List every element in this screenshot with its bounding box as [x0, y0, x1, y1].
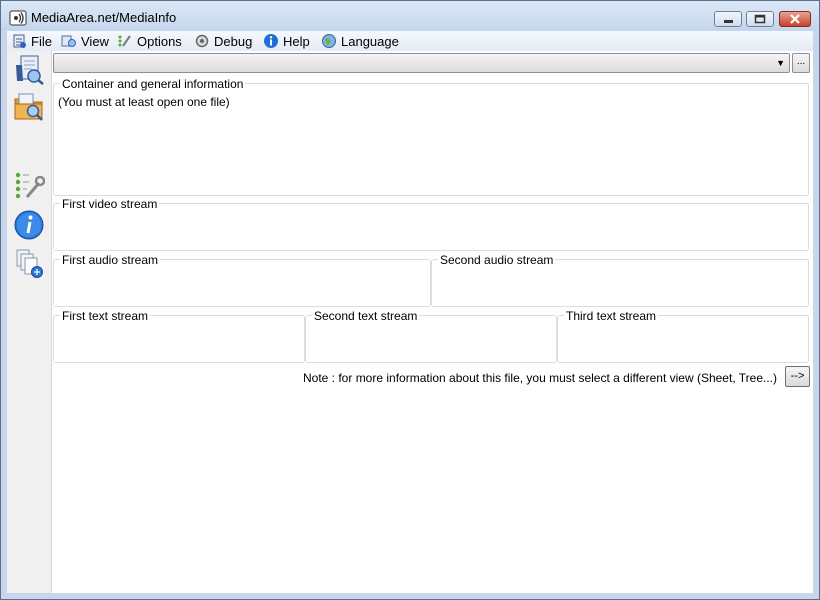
open-folder-icon[interactable]	[13, 91, 45, 123]
change-view-button[interactable]: -->	[785, 366, 810, 387]
browse-button[interactable]: ...	[792, 53, 810, 73]
video-stream-1-group: First video stream	[53, 197, 809, 251]
language-globe-icon	[322, 34, 336, 48]
minimize-button[interactable]	[714, 11, 742, 27]
audio-stream-1-group: First audio stream	[53, 253, 431, 307]
maximize-button[interactable]	[746, 11, 774, 27]
about-info-icon[interactable]	[13, 209, 45, 241]
file-select-combobox[interactable]: ▼	[53, 53, 790, 73]
options-icon	[118, 35, 131, 47]
menu-view-label: View	[81, 33, 109, 49]
menu-options[interactable]: Options	[117, 33, 182, 49]
close-icon	[790, 14, 800, 24]
general-info-group: Container and general information (You m…	[53, 77, 809, 196]
maximize-icon	[754, 14, 766, 24]
general-info-text: (You must at least open one file)	[58, 95, 230, 109]
view-icon	[61, 35, 76, 47]
menu-file-label: File	[31, 33, 52, 49]
general-info-label: Container and general information	[60, 77, 246, 91]
text-stream-1-group: First text stream	[53, 309, 305, 363]
close-button[interactable]	[779, 11, 811, 27]
video-stream-1-label: First video stream	[60, 197, 160, 211]
menu-language[interactable]: Language	[321, 33, 399, 49]
text-stream-2-group: Second text stream	[305, 309, 557, 363]
help-icon	[264, 34, 278, 48]
view-note-text: Note : for more information about this f…	[303, 371, 777, 385]
menu-bar: File View Options Debug Help Language	[7, 31, 813, 51]
audio-stream-2-group: Second audio stream	[431, 253, 809, 307]
file-open-icon	[13, 34, 26, 48]
menu-debug-label: Debug	[214, 33, 253, 49]
title-bar[interactable]: MediaArea.net/MediaInfo	[1, 1, 819, 31]
export-icon[interactable]	[13, 247, 45, 279]
audio-stream-1-label: First audio stream	[60, 253, 161, 267]
minimize-icon	[724, 20, 733, 23]
text-stream-3-label: Third text stream	[564, 309, 659, 323]
menu-file[interactable]: File	[11, 33, 52, 49]
main-window: MediaArea.net/MediaInfo File View Option…	[0, 0, 820, 600]
text-stream-3-group: Third text stream	[557, 309, 809, 363]
debug-icon	[195, 34, 209, 48]
window-title: MediaArea.net/MediaInfo	[31, 10, 177, 25]
left-toolbar	[7, 51, 52, 593]
menu-help-label: Help	[283, 33, 310, 49]
menu-language-label: Language	[341, 33, 399, 49]
text-stream-2-label: Second text stream	[312, 309, 420, 323]
menu-debug[interactable]: Debug	[194, 33, 252, 49]
menu-options-label: Options	[137, 33, 182, 49]
open-file-icon[interactable]	[13, 53, 45, 85]
audio-stream-2-label: Second audio stream	[438, 253, 556, 267]
client-area: ▼ ... Container and general information …	[7, 51, 813, 593]
chevron-down-icon[interactable]: ▼	[776, 58, 785, 68]
menu-help[interactable]: Help	[263, 33, 310, 49]
mediainfo-app-icon	[9, 10, 27, 26]
preferences-icon[interactable]	[13, 169, 45, 201]
text-stream-1-label: First text stream	[60, 309, 151, 323]
menu-view[interactable]: View	[61, 33, 109, 49]
